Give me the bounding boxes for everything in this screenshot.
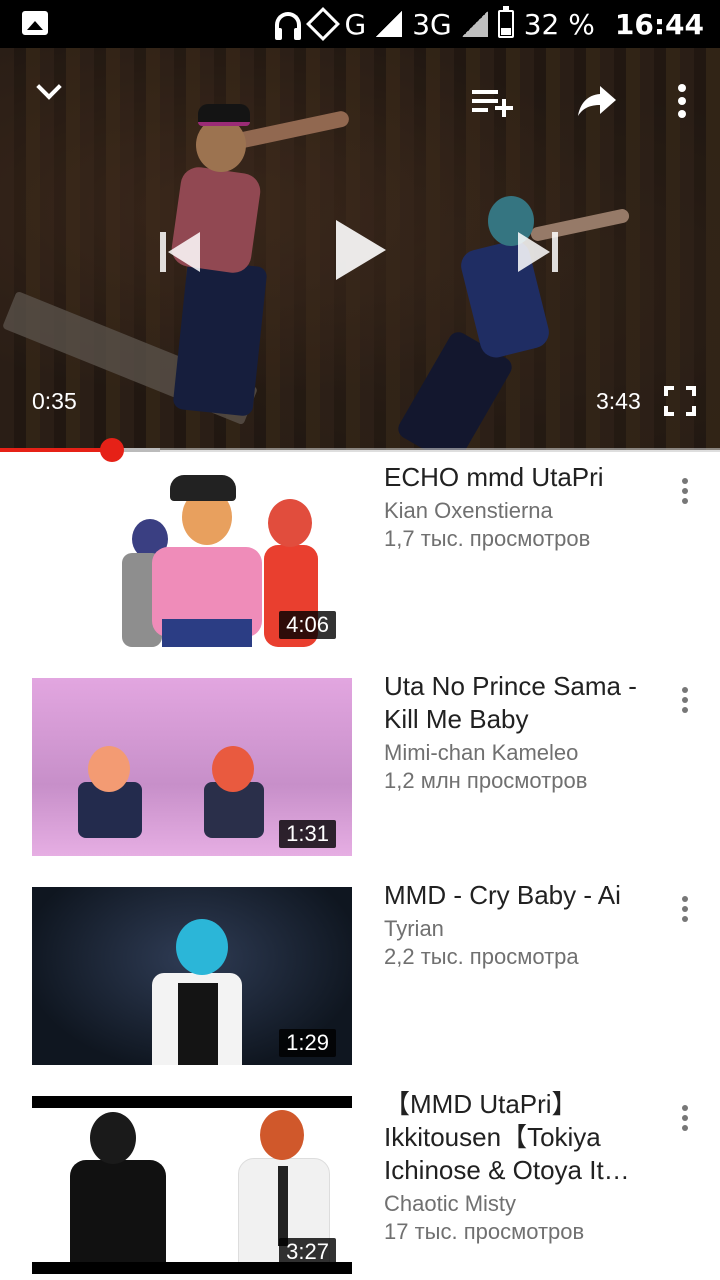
duration-badge: 4:06 (279, 611, 336, 639)
thumb-figure (260, 1110, 304, 1160)
channel-name: Tyrian (384, 916, 444, 941)
channel-name: Kian Oxenstierna (384, 498, 553, 523)
view-count: 1,2 млн просмотров (384, 768, 588, 793)
duration-badge: 1:29 (279, 1029, 336, 1057)
video-player[interactable]: 0:35 3:43 (0, 48, 720, 450)
video-info[interactable]: 【MMD UtaPri】Ikkitousen【Tokiya Ichinose &… (384, 1088, 654, 1246)
video-info[interactable]: MMD - Cry Baby - Ai Tyrian 2,2 тыс. прос… (384, 879, 654, 971)
video-title[interactable]: Uta No Prince Sama - Kill Me Baby (384, 670, 654, 736)
video-thumbnail[interactable]: 1:31 (32, 678, 352, 856)
video-thumbnail[interactable]: 3:27 (32, 1096, 352, 1274)
thumb-figure (268, 499, 312, 547)
network-type: G (344, 7, 367, 41)
letterbox (32, 1096, 352, 1108)
view-count: 17 тыс. просмотров (384, 1219, 585, 1244)
signal-icon (376, 11, 403, 37)
thumb-figure (212, 746, 254, 792)
duration-badge: 1:31 (279, 820, 336, 848)
thumb-figure (70, 1160, 166, 1270)
skip-previous-icon[interactable] (158, 230, 202, 274)
playlist-add-icon[interactable] (472, 88, 514, 118)
channel-name: Mimi-chan Kameleo (384, 740, 579, 765)
played-bar (0, 448, 113, 452)
more-vert-icon[interactable] (672, 680, 698, 720)
video-title[interactable]: ECHO mmd UtaPri (384, 461, 654, 494)
video-info[interactable]: ECHO mmd UtaPri Kian Oxenstierna 1,7 тыс… (384, 461, 654, 553)
channel-name: Chaotic Misty (384, 1191, 517, 1216)
headphones-icon (274, 12, 301, 40)
view-count: 1,7 тыс. просмотров (384, 526, 591, 551)
more-vert-icon[interactable] (672, 471, 698, 511)
network-type-2: 3G (412, 7, 452, 41)
battery-percent: 32 % (523, 7, 595, 41)
list-item[interactable]: 4:06 ECHO mmd UtaPri Kian Oxenstierna 1,… (0, 455, 720, 664)
battery-icon (497, 6, 514, 38)
status-icons: G 3G 32 % 16:44 (274, 0, 704, 48)
more-vert-icon[interactable] (672, 889, 698, 929)
duration-badge: 3:27 (279, 1238, 336, 1266)
clock: 16:44 (614, 7, 704, 41)
total-duration: 3:43 (596, 388, 641, 414)
thumb-figure (88, 746, 130, 792)
video-title[interactable]: MMD - Cry Baby - Ai (384, 879, 654, 912)
data-saver-icon (305, 7, 340, 41)
more-vert-icon[interactable] (677, 84, 687, 118)
skip-next-icon[interactable] (516, 230, 560, 274)
thumb-figure (170, 475, 236, 501)
list-item[interactable]: 1:31 Uta No Prince Sama - Kill Me Baby M… (0, 664, 720, 873)
thumb-figure (162, 619, 252, 647)
list-item[interactable]: 3:27 【MMD UtaPri】Ikkitousen【Tokiya Ichin… (0, 1082, 720, 1280)
view-count: 2,2 тыс. просмотра (384, 944, 579, 969)
fullscreen-icon[interactable] (664, 386, 696, 416)
video-title[interactable]: 【MMD UtaPri】Ikkitousen【Tokiya Ichinose &… (384, 1088, 654, 1187)
thumb-figure (178, 983, 218, 1065)
thumb-figure (278, 1166, 288, 1246)
up-next-list: 4:06 ECHO mmd UtaPri Kian Oxenstierna 1,… (0, 455, 720, 1280)
thumb-figure (176, 919, 228, 975)
video-thumbnail[interactable]: 4:06 (32, 469, 352, 647)
status-bar: G 3G 32 % 16:44 (0, 0, 720, 48)
video-info[interactable]: Uta No Prince Sama - Kill Me Baby Mimi-c… (384, 670, 654, 795)
signal-2-icon (461, 11, 488, 37)
play-icon[interactable] (334, 218, 388, 282)
list-item[interactable]: 1:29 MMD - Cry Baby - Ai Tyrian 2,2 тыс.… (0, 873, 720, 1082)
thumb-figure (90, 1112, 136, 1164)
more-vert-icon[interactable] (672, 1098, 698, 1138)
current-time: 0:35 (32, 388, 77, 414)
gallery-icon (22, 11, 48, 35)
seek-bar[interactable] (0, 438, 720, 462)
video-thumbnail[interactable]: 1:29 (32, 887, 352, 1065)
share-icon[interactable] (578, 84, 616, 118)
